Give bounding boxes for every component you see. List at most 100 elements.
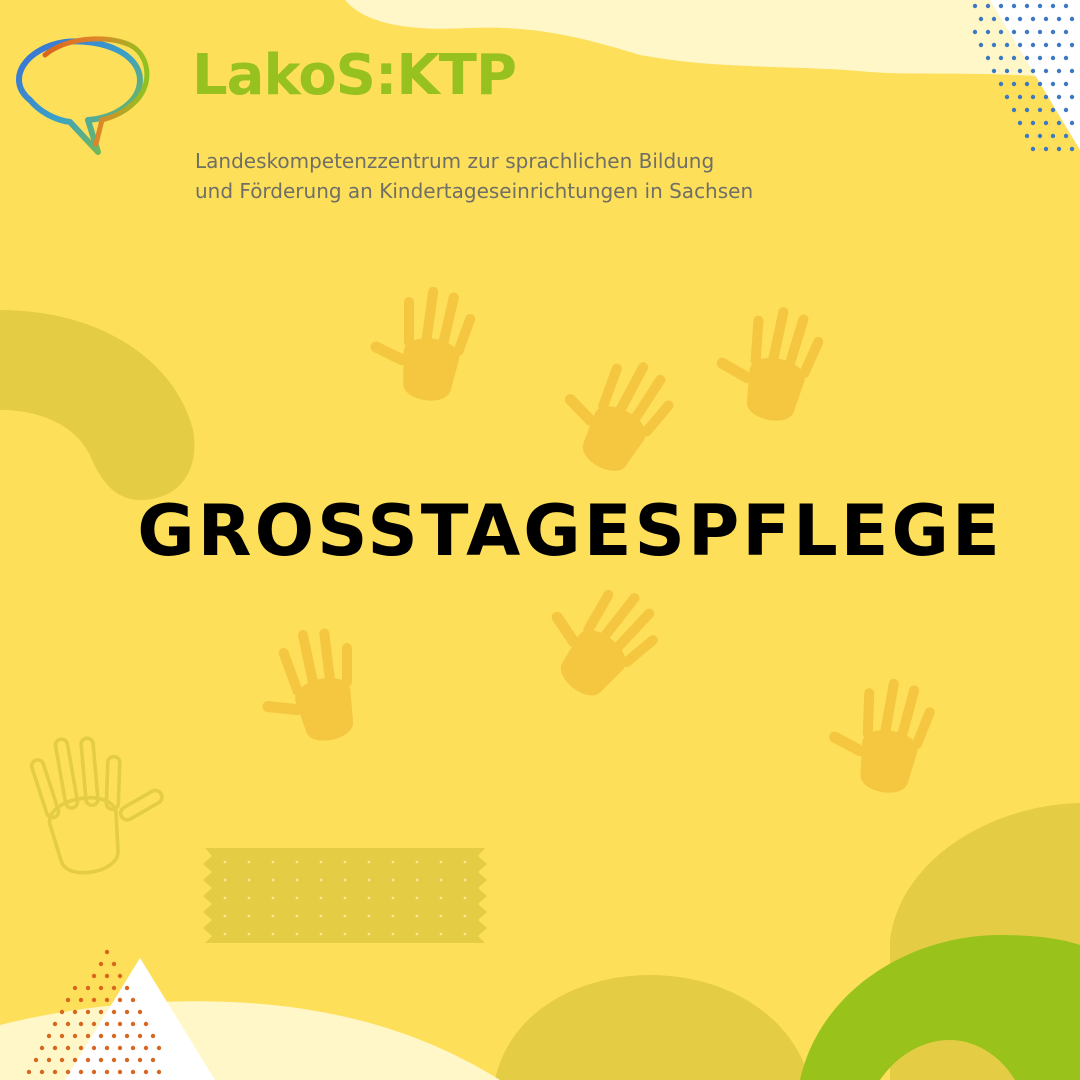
- decorative-dot: [1069, 68, 1075, 74]
- decorative-dot: [65, 997, 71, 1003]
- decorative-dot: [985, 29, 991, 35]
- decorative-dot: [130, 1069, 136, 1075]
- decorative-dot: [111, 961, 117, 967]
- decorative-dot: [124, 985, 130, 991]
- decorative-dot: [343, 896, 347, 900]
- decorative-dot: [1024, 55, 1030, 61]
- decorative-dot: [1037, 29, 1043, 35]
- decorative-dot: [415, 932, 419, 936]
- decorative-dot: [1043, 146, 1049, 152]
- decorative-dot: [343, 878, 347, 882]
- decorative-dot: [463, 878, 467, 882]
- decorative-dot: [247, 896, 251, 900]
- decorative-dot: [295, 878, 299, 882]
- decorative-dot: [117, 973, 123, 979]
- decorative-dot: [343, 914, 347, 918]
- decorative-dot: [1043, 42, 1049, 48]
- decorative-dot: [972, 29, 978, 35]
- decorative-dot: [271, 860, 275, 864]
- decorative-dot: [223, 860, 227, 864]
- decorative-dot: [1050, 107, 1056, 113]
- decorative-dot: [111, 985, 117, 991]
- decorative-dot: [130, 1021, 136, 1027]
- decorative-dot: [78, 1021, 84, 1027]
- decorative-dot: [72, 1009, 78, 1015]
- decorative-dot: [1004, 68, 1010, 74]
- decorative-dot: [52, 1045, 58, 1051]
- decorative-dot: [85, 1033, 91, 1039]
- decorative-dot: [1063, 3, 1069, 9]
- decorative-dot: [104, 1045, 110, 1051]
- decorative-dot: [1024, 81, 1030, 87]
- handprint-icon: [542, 336, 687, 485]
- decorative-dot: [439, 914, 443, 918]
- decorative-dot: [1024, 133, 1030, 139]
- decorative-dot: [46, 1033, 52, 1039]
- decorative-dot: [1037, 133, 1043, 139]
- decorative-dot: [124, 1033, 130, 1039]
- decorative-dot: [39, 1069, 45, 1075]
- decorative-dot: [319, 896, 323, 900]
- decorative-dot: [104, 997, 110, 1003]
- decorative-dot: [319, 914, 323, 918]
- decorative-dot: [137, 1009, 143, 1015]
- decorative-dot: [295, 860, 299, 864]
- decorative-dot: [1011, 29, 1017, 35]
- decorative-dot: [391, 860, 395, 864]
- decorative-dot: [998, 81, 1004, 87]
- decorative-dot: [223, 914, 227, 918]
- decorative-dot: [367, 932, 371, 936]
- brand-subtitle: Landeskompetenzzentrum zur sprachlichen …: [195, 146, 753, 206]
- decorative-dot: [1030, 42, 1036, 48]
- decorative-dot: [59, 1009, 65, 1015]
- speech-bubbles-icon: [16, 36, 150, 155]
- decorative-dot: [271, 896, 275, 900]
- decorative-dot: [78, 997, 84, 1003]
- decorative-dot: [223, 896, 227, 900]
- decorative-dot: [1030, 120, 1036, 126]
- decorative-dot: [1011, 107, 1017, 113]
- decorative-dot: [978, 16, 984, 22]
- decorative-dot: [1024, 107, 1030, 113]
- decorative-dot: [72, 1033, 78, 1039]
- decorative-dot: [415, 860, 419, 864]
- decorative-dot: [463, 860, 467, 864]
- decorative-dot: [1063, 133, 1069, 139]
- decorative-dot: [1004, 16, 1010, 22]
- decorative-dot: [295, 896, 299, 900]
- decorative-dot: [39, 1045, 45, 1051]
- decorative-dot: [111, 1009, 117, 1015]
- decorative-dot: [439, 896, 443, 900]
- decorative-dot: [137, 1033, 143, 1039]
- decorative-dot: [1017, 120, 1023, 126]
- decorative-dot: [247, 878, 251, 882]
- decorative-dot: [319, 878, 323, 882]
- decorative-dot: [1030, 94, 1036, 100]
- decorative-dot: [391, 878, 395, 882]
- decorative-dot: [247, 860, 251, 864]
- decorative-dot: [439, 860, 443, 864]
- handprint-outline-icon: [25, 721, 177, 882]
- decorative-dot: [367, 860, 371, 864]
- decorative-dot: [98, 961, 104, 967]
- decorative-dot: [391, 932, 395, 936]
- decorative-dot: [1004, 94, 1010, 100]
- decorative-dot: [1050, 81, 1056, 87]
- decorative-dot: [150, 1057, 156, 1063]
- decorative-dot: [104, 973, 110, 979]
- decorative-dot: [91, 997, 97, 1003]
- decorative-dot: [72, 1057, 78, 1063]
- social-post-canvas: LakoS:KTP Landeskompetenzzentrum zur spr…: [0, 0, 1080, 1080]
- decorative-dot: [46, 1057, 52, 1063]
- decorative-dot: [117, 997, 123, 1003]
- decorative-dot: [391, 914, 395, 918]
- decorative-dot: [991, 68, 997, 74]
- decorative-dot: [991, 42, 997, 48]
- decorative-dot: [978, 42, 984, 48]
- decorative-dot: [111, 1057, 117, 1063]
- decorative-dot: [1030, 16, 1036, 22]
- decorative-dot: [271, 914, 275, 918]
- decorative-dot: [150, 1033, 156, 1039]
- decorative-dot: [65, 1045, 71, 1051]
- decorative-dot: [91, 1045, 97, 1051]
